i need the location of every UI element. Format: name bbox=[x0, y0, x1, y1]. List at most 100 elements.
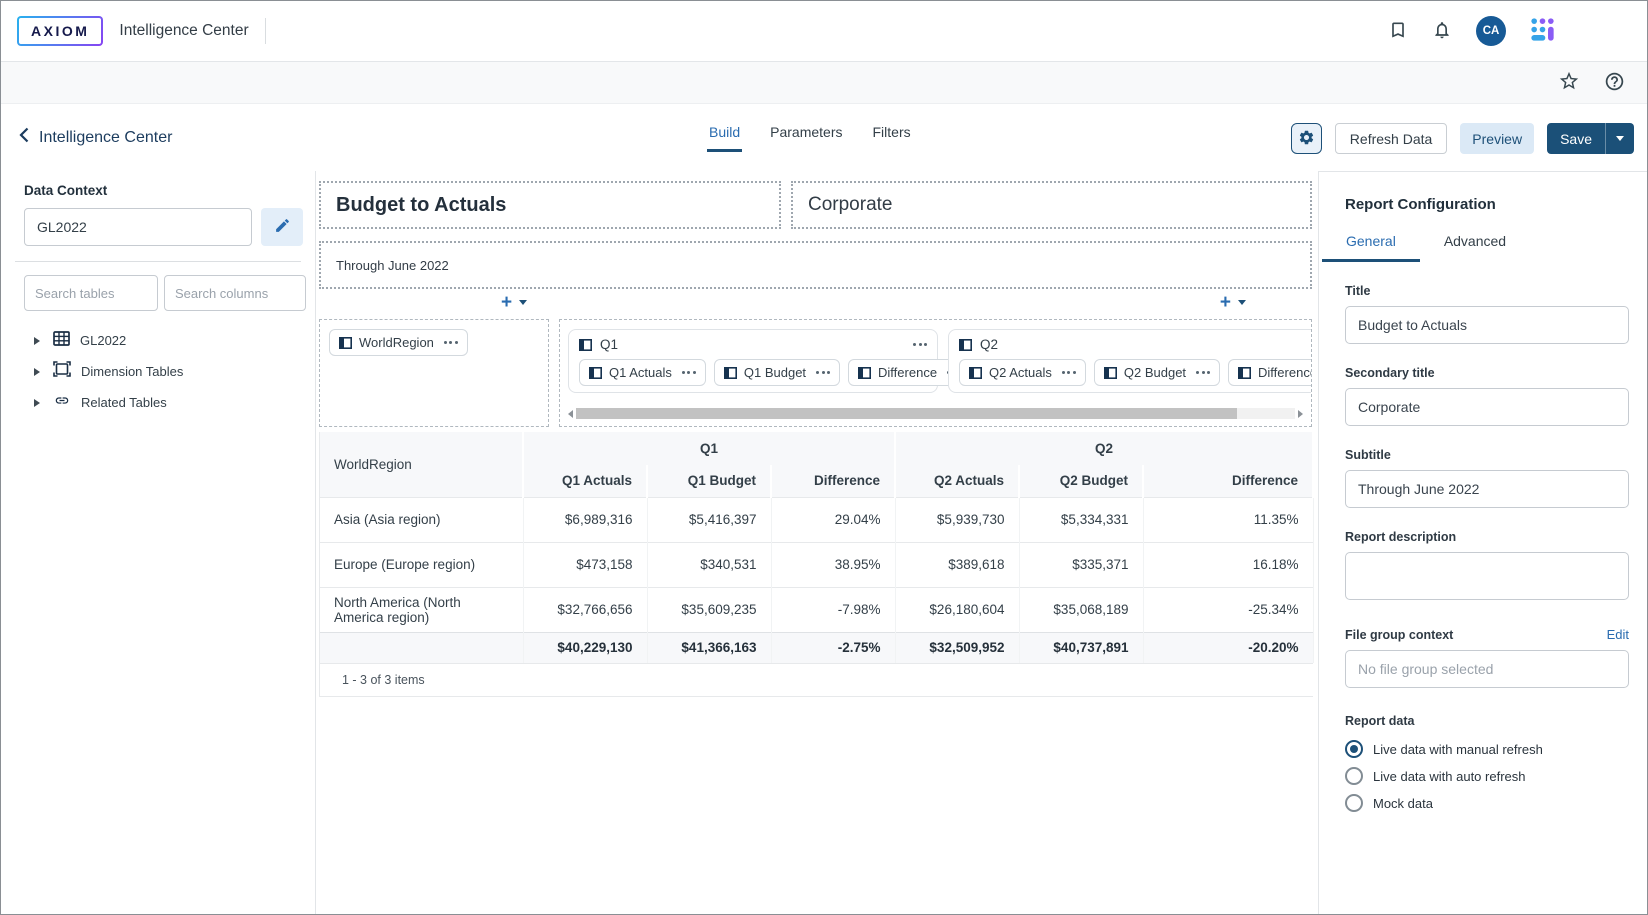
expand-caret-icon[interactable] bbox=[34, 399, 40, 407]
radio-live-manual-refresh[interactable]: Live data with manual refresh bbox=[1345, 740, 1629, 758]
preview-button[interactable]: Preview bbox=[1460, 123, 1534, 154]
title-field-input[interactable] bbox=[1345, 306, 1629, 344]
scroll-right-icon[interactable] bbox=[1298, 410, 1303, 418]
radio-selected-icon[interactable] bbox=[1345, 740, 1363, 758]
expand-caret-icon[interactable] bbox=[34, 368, 40, 376]
tab-advanced[interactable]: Advanced bbox=[1420, 233, 1530, 262]
tab-filters[interactable]: Filters bbox=[871, 124, 913, 152]
chip-menu-button[interactable] bbox=[816, 371, 830, 374]
column-group-q1[interactable]: Q1 Q1 Actuals bbox=[568, 329, 938, 393]
expand-caret-icon[interactable] bbox=[34, 337, 40, 345]
tab-parameters[interactable]: Parameters bbox=[768, 124, 844, 152]
radio-label: Mock data bbox=[1373, 796, 1433, 811]
app-window: AXIOM Intelligence Center CA bbox=[0, 0, 1648, 915]
bookmark-icon bbox=[1388, 20, 1408, 43]
refresh-data-button[interactable]: Refresh Data bbox=[1335, 123, 1447, 154]
data-context-input[interactable] bbox=[24, 208, 252, 246]
chip-label: Difference bbox=[1258, 365, 1312, 380]
radio-label: Live data with manual refresh bbox=[1373, 742, 1543, 757]
tree-item-label: GL2022 bbox=[80, 333, 126, 348]
save-menu-button[interactable] bbox=[1606, 123, 1634, 154]
avatar[interactable]: CA bbox=[1476, 16, 1506, 46]
chip-menu-button[interactable] bbox=[444, 341, 458, 344]
scrollbar-track[interactable] bbox=[576, 408, 1295, 419]
add-column-dimension-control[interactable]: + bbox=[1220, 293, 1246, 312]
tree-item-related-tables[interactable]: Related Tables bbox=[24, 387, 303, 418]
report-configuration-panel: Report Configuration General Advanced Ti… bbox=[1318, 171, 1647, 914]
save-button-label[interactable]: Save bbox=[1547, 123, 1605, 154]
chip-label: Q1 Actuals bbox=[609, 365, 672, 380]
plus-icon[interactable]: + bbox=[1220, 293, 1231, 312]
edit-context-button[interactable] bbox=[261, 208, 303, 246]
chip-q1-actuals[interactable]: Q1 Actuals bbox=[579, 359, 706, 386]
axiom-logo[interactable]: AXIOM bbox=[17, 16, 103, 46]
column-icon bbox=[724, 367, 737, 379]
report-preview-table: WorldRegion Q1 Q2 Q1 Actuals Q1 Budget D… bbox=[319, 432, 1312, 697]
file-group-label-row: File group context Edit bbox=[1345, 627, 1629, 642]
file-group-input[interactable] bbox=[1345, 650, 1629, 688]
total-cell: $41,366,163 bbox=[647, 632, 771, 663]
cell: -25.34% bbox=[1143, 587, 1313, 632]
cell: 38.95% bbox=[771, 542, 895, 587]
report-title-block[interactable]: Budget to Actuals bbox=[319, 181, 781, 229]
chip-q2-difference[interactable]: Difference bbox=[1228, 359, 1312, 386]
back-link[interactable]: Intelligence Center bbox=[19, 127, 172, 148]
cell: 11.35% bbox=[1143, 497, 1313, 542]
radio-unselected-icon[interactable] bbox=[1345, 767, 1363, 785]
secondary-title-block[interactable]: Corporate bbox=[791, 181, 1312, 229]
cell: -7.98% bbox=[771, 587, 895, 632]
chip-q2-actuals[interactable]: Q2 Actuals bbox=[959, 359, 1086, 386]
settings-button[interactable] bbox=[1291, 123, 1322, 154]
tree-item-gl2022[interactable]: GL2022 bbox=[24, 325, 303, 356]
chip-q1-budget[interactable]: Q1 Budget bbox=[714, 359, 840, 386]
search-columns-input[interactable] bbox=[164, 275, 306, 311]
columns-horizontal-scrollbar[interactable] bbox=[568, 407, 1303, 420]
table-column-header: Q2 Budget bbox=[1019, 465, 1143, 497]
radio-mock-data[interactable]: Mock data bbox=[1345, 794, 1629, 812]
radio-live-auto-refresh[interactable]: Live data with auto refresh bbox=[1345, 767, 1629, 785]
plus-icon[interactable]: + bbox=[501, 293, 512, 312]
app-grid-button[interactable] bbox=[1530, 17, 1555, 45]
total-cell: -2.75% bbox=[771, 632, 895, 663]
subtitle-block[interactable]: Through June 2022 bbox=[319, 241, 1312, 289]
help-button[interactable] bbox=[1604, 71, 1625, 95]
subtitle-field-input[interactable] bbox=[1345, 470, 1629, 508]
chevron-down-icon[interactable] bbox=[519, 300, 527, 305]
row-dimensions-dropzone[interactable]: WorldRegion bbox=[319, 319, 549, 427]
cell: $389,618 bbox=[895, 542, 1019, 587]
description-field-textarea[interactable] bbox=[1345, 552, 1629, 600]
config-tabs: General Advanced bbox=[1322, 233, 1629, 262]
chip-q2-budget[interactable]: Q2 Budget bbox=[1094, 359, 1220, 386]
file-group-edit-link[interactable]: Edit bbox=[1607, 627, 1629, 642]
search-tables-input[interactable] bbox=[24, 275, 158, 311]
notifications-button[interactable] bbox=[1432, 20, 1452, 43]
tree-item-dimension-tables[interactable]: Dimension Tables bbox=[24, 356, 303, 387]
chip-menu-button[interactable] bbox=[1062, 371, 1076, 374]
group-label: Q2 bbox=[980, 337, 998, 352]
scrollbar-thumb[interactable] bbox=[576, 408, 1237, 419]
chevron-down-icon[interactable] bbox=[1238, 300, 1246, 305]
secondary-title-field-input[interactable] bbox=[1345, 388, 1629, 426]
bookmark-button[interactable] bbox=[1388, 20, 1408, 43]
cell: $5,939,730 bbox=[895, 497, 1019, 542]
group-menu-button[interactable] bbox=[913, 343, 927, 346]
chip-menu-button[interactable] bbox=[1196, 371, 1210, 374]
add-row-dimension-control[interactable]: + bbox=[501, 293, 527, 312]
column-group-q2[interactable]: Q2 Q2 Actuals bbox=[948, 329, 1312, 393]
chip-menu-button[interactable] bbox=[682, 371, 696, 374]
radio-unselected-icon[interactable] bbox=[1345, 794, 1363, 812]
radio-label: Live data with auto refresh bbox=[1373, 769, 1525, 784]
table-row: North America (North America region) $32… bbox=[320, 587, 1313, 632]
tab-general[interactable]: General bbox=[1322, 233, 1420, 262]
column-dimensions-dropzone[interactable]: Q1 Q1 Actuals bbox=[559, 319, 1312, 427]
chip-worldregion[interactable]: WorldRegion bbox=[329, 329, 468, 356]
row-label: Europe (Europe region) bbox=[320, 542, 523, 587]
help-icon bbox=[1604, 71, 1625, 95]
row-label: North America (North America region) bbox=[320, 587, 523, 632]
tab-build[interactable]: Build bbox=[707, 124, 742, 152]
data-context-sidebar: Data Context GL2022 bbox=[1, 171, 316, 914]
favorite-button[interactable] bbox=[1558, 70, 1580, 95]
scroll-left-icon[interactable] bbox=[568, 410, 573, 418]
chip-label: Difference bbox=[878, 365, 937, 380]
save-button[interactable]: Save bbox=[1547, 123, 1634, 154]
